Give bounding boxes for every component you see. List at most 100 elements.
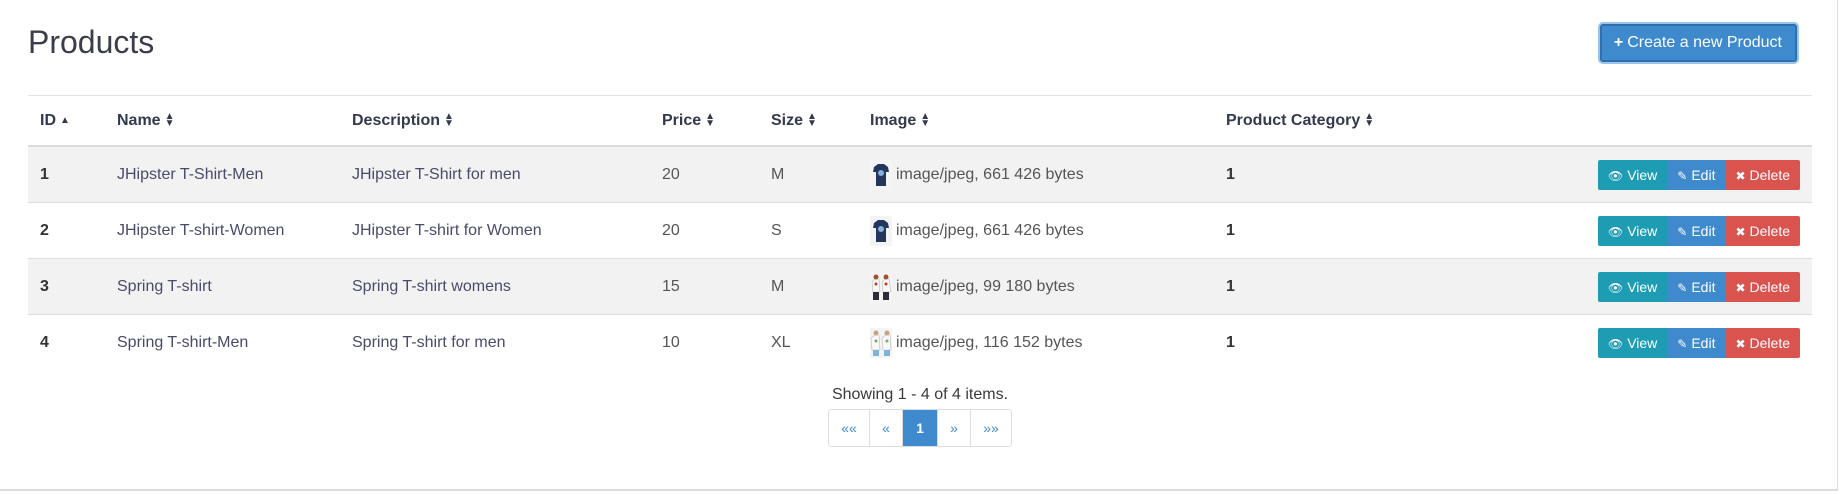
sort-icon: ▲ ▼: [705, 111, 716, 130]
delete-button[interactable]: ✖ Delete: [1725, 327, 1800, 358]
eye-icon: 👁: [1607, 224, 1624, 239]
view-button[interactable]: 👁 View: [1597, 215, 1668, 246]
cell-actions: 👁 View ✎ Edit ✖ Delete: [1514, 202, 1812, 259]
eye-icon: 👁: [1607, 280, 1624, 295]
products-table: ID ▲ Name ▲ ▼ Description ▲ ▼ Price ▲ ▼ Size ▲ ▼ …: [28, 95, 1812, 370]
pagination-last[interactable]: »»: [971, 410, 1011, 446]
table-row: 3 Spring T-shirt Spring T-shirt womens 1…: [28, 258, 1812, 315]
cell-category[interactable]: 1: [1214, 202, 1514, 259]
cell-id[interactable]: 1: [28, 145, 105, 203]
column-header-size[interactable]: Size ▲ ▼: [759, 95, 858, 147]
cell-category[interactable]: 1: [1214, 145, 1514, 203]
products-page: Products + Create a new Product ID ▲ Name ▲…: [0, 0, 1838, 491]
cell-image: image/jpeg, 661 426 bytes: [858, 202, 1214, 259]
edit-button[interactable]: ✎ Edit: [1667, 271, 1726, 302]
eye-icon: 👁: [1607, 336, 1624, 351]
edit-button[interactable]: ✎ Edit: [1667, 327, 1726, 358]
page-title: Products: [28, 24, 155, 60]
cell-name: Spring T-shirt: [105, 258, 340, 315]
table-row: 2 JHipster T-shirt-Women JHipster T-shir…: [28, 202, 1812, 259]
tshirt-thumbnail-icon[interactable]: [870, 271, 892, 302]
sort-icon: ▲ ▼: [164, 111, 175, 130]
image-info: image/jpeg, 661 426 bytes: [896, 165, 1084, 183]
cell-size: M: [759, 145, 858, 203]
close-icon: ✖: [1735, 280, 1746, 295]
table-header-row: ID ▲ Name ▲ ▼ Description ▲ ▼ Price ▲ ▼ Size ▲ ▼ …: [28, 95, 1812, 147]
view-button[interactable]: 👁 View: [1597, 271, 1668, 302]
table-row: 1 JHipster T-Shirt-Men JHipster T-Shirt …: [28, 145, 1812, 203]
cell-id[interactable]: 2: [28, 202, 105, 259]
pagination: «« « 1 » »»: [828, 409, 1012, 447]
cell-size: M: [759, 258, 858, 315]
pencil-icon: ✎: [1677, 280, 1688, 295]
column-header-description[interactable]: Description ▲ ▼: [340, 95, 650, 147]
column-header-id[interactable]: ID ▲: [28, 95, 105, 147]
cell-id[interactable]: 4: [28, 314, 105, 370]
sort-icon: ▲ ▼: [444, 111, 454, 130]
cell-price: 15: [650, 258, 759, 315]
pagination-first[interactable]: ««: [829, 410, 870, 446]
cell-actions: 👁 View ✎ Edit ✖ Delete: [1514, 145, 1812, 203]
cell-actions: 👁 View ✎ Edit ✖ Delete: [1514, 258, 1812, 315]
view-button[interactable]: 👁 View: [1597, 159, 1668, 190]
cell-category[interactable]: 1: [1214, 314, 1514, 370]
table-row: 4 Spring T-shirt-Men Spring T-shirt for …: [28, 314, 1812, 370]
column-header-name[interactable]: Name ▲ ▼: [105, 95, 340, 147]
cell-description: JHipster T-Shirt for men: [340, 145, 650, 203]
cell-category[interactable]: 1: [1214, 258, 1514, 315]
pencil-icon: ✎: [1677, 336, 1688, 351]
tshirt-thumbnail-icon[interactable]: [870, 159, 892, 190]
cell-price: 20: [650, 145, 759, 203]
cell-price: 20: [650, 202, 759, 259]
close-icon: ✖: [1735, 224, 1746, 239]
pagination-prev[interactable]: «: [870, 410, 903, 446]
row-actions: 👁 View ✎ Edit ✖ Delete: [1597, 327, 1800, 358]
create-product-label: Create a new Product: [1627, 34, 1782, 51]
view-button[interactable]: 👁 View: [1597, 327, 1668, 358]
delete-button[interactable]: ✖ Delete: [1725, 271, 1800, 302]
eye-icon: 👁: [1607, 168, 1624, 183]
cell-id[interactable]: 3: [28, 258, 105, 315]
cell-image: image/jpeg, 99 180 bytes: [858, 258, 1214, 315]
create-product-button[interactable]: + Create a new Product: [1599, 24, 1797, 62]
pagination-next[interactable]: »: [938, 410, 971, 446]
cell-description: JHipster T-shirt for Women: [340, 202, 650, 259]
column-header-category[interactable]: Product Category ▲ ▼: [1214, 95, 1514, 147]
cell-name: Spring T-shirt-Men: [105, 314, 340, 370]
tshirt-thumbnail-icon[interactable]: [870, 327, 892, 358]
row-actions: 👁 View ✎ Edit ✖ Delete: [1597, 215, 1800, 246]
image-info: image/jpeg, 116 152 bytes: [896, 333, 1083, 351]
image-info: image/jpeg, 661 426 bytes: [896, 221, 1084, 239]
column-header-actions: [1514, 95, 1812, 147]
delete-button[interactable]: ✖ Delete: [1725, 215, 1800, 246]
cell-actions: 👁 View ✎ Edit ✖ Delete: [1514, 314, 1812, 370]
cell-image: image/jpeg, 116 152 bytes: [858, 314, 1214, 370]
edit-button[interactable]: ✎ Edit: [1667, 159, 1726, 190]
cell-image: image/jpeg, 661 426 bytes: [858, 145, 1214, 203]
cell-name: JHipster T-Shirt-Men: [105, 145, 340, 203]
cell-size: XL: [759, 314, 858, 370]
tshirt-thumbnail-icon[interactable]: [870, 215, 892, 246]
close-icon: ✖: [1735, 336, 1746, 351]
pagination-page-current[interactable]: 1: [903, 410, 938, 446]
image-info: image/jpeg, 99 180 bytes: [896, 277, 1075, 295]
row-actions: 👁 View ✎ Edit ✖ Delete: [1597, 271, 1800, 302]
pagination-info: Showing 1 - 4 of 4 items.: [831, 386, 1009, 403]
row-actions: 👁 View ✎ Edit ✖ Delete: [1597, 159, 1800, 190]
delete-button[interactable]: ✖ Delete: [1725, 159, 1800, 190]
plus-icon: +: [1613, 34, 1624, 51]
column-header-image[interactable]: Image ▲ ▼: [858, 95, 1214, 147]
cell-size: S: [759, 202, 858, 259]
cell-description: Spring T-shirt womens: [340, 258, 650, 315]
close-icon: ✖: [1735, 168, 1746, 183]
sort-icon: ▲ ▼: [1364, 111, 1375, 130]
edit-button[interactable]: ✎ Edit: [1667, 215, 1726, 246]
cell-description: Spring T-shirt for men: [340, 314, 650, 370]
cell-price: 10: [650, 314, 759, 370]
sort-icon: ▲ ▼: [807, 111, 817, 130]
pencil-icon: ✎: [1677, 168, 1688, 183]
page-header: Products + Create a new Product: [28, 20, 1809, 72]
pencil-icon: ✎: [1677, 224, 1688, 239]
sort-icon: ▲ ▼: [920, 111, 931, 130]
column-header-price[interactable]: Price ▲ ▼: [650, 95, 759, 147]
